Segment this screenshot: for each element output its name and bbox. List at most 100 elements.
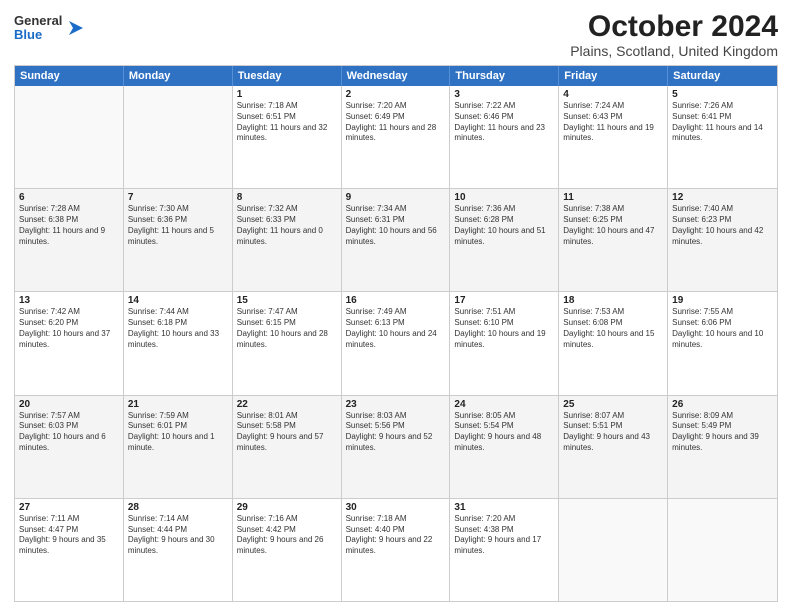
day-info: Sunrise: 7:18 AM Sunset: 6:51 PM Dayligh… — [237, 101, 337, 144]
day-info: Sunrise: 7:28 AM Sunset: 6:38 PM Dayligh… — [19, 204, 119, 247]
day-cell-7: 7Sunrise: 7:30 AM Sunset: 6:36 PM Daylig… — [124, 189, 233, 291]
day-number: 15 — [237, 295, 337, 306]
day-number: 8 — [237, 192, 337, 203]
day-info: Sunrise: 7:59 AM Sunset: 6:01 PM Dayligh… — [128, 411, 228, 454]
header-row: General Blue October 2024 Plains, Scotla… — [14, 10, 778, 59]
day-info: Sunrise: 7:34 AM Sunset: 6:31 PM Dayligh… — [346, 204, 446, 247]
day-info: Sunrise: 7:42 AM Sunset: 6:20 PM Dayligh… — [19, 307, 119, 350]
day-number: 9 — [346, 192, 446, 203]
day-cell-4: 4Sunrise: 7:24 AM Sunset: 6:43 PM Daylig… — [559, 86, 668, 188]
day-number: 20 — [19, 399, 119, 410]
day-cell-15: 15Sunrise: 7:47 AM Sunset: 6:15 PM Dayli… — [233, 292, 342, 394]
header-day-sunday: Sunday — [15, 66, 124, 86]
day-info: Sunrise: 7:44 AM Sunset: 6:18 PM Dayligh… — [128, 307, 228, 350]
day-number: 2 — [346, 89, 446, 100]
day-info: Sunrise: 7:20 AM Sunset: 4:38 PM Dayligh… — [454, 514, 554, 557]
day-info: Sunrise: 8:09 AM Sunset: 5:49 PM Dayligh… — [672, 411, 773, 454]
header-day-tuesday: Tuesday — [233, 66, 342, 86]
day-cell-5: 5Sunrise: 7:26 AM Sunset: 6:41 PM Daylig… — [668, 86, 777, 188]
day-cell-10: 10Sunrise: 7:36 AM Sunset: 6:28 PM Dayli… — [450, 189, 559, 291]
day-info: Sunrise: 7:24 AM Sunset: 6:43 PM Dayligh… — [563, 101, 663, 144]
day-cell-13: 13Sunrise: 7:42 AM Sunset: 6:20 PM Dayli… — [15, 292, 124, 394]
day-info: Sunrise: 7:49 AM Sunset: 6:13 PM Dayligh… — [346, 307, 446, 350]
calendar: SundayMondayTuesdayWednesdayThursdayFrid… — [14, 65, 778, 602]
day-cell-11: 11Sunrise: 7:38 AM Sunset: 6:25 PM Dayli… — [559, 189, 668, 291]
week-row-3: 13Sunrise: 7:42 AM Sunset: 6:20 PM Dayli… — [15, 291, 777, 394]
day-info: Sunrise: 7:55 AM Sunset: 6:06 PM Dayligh… — [672, 307, 773, 350]
day-number: 29 — [237, 502, 337, 513]
header-day-saturday: Saturday — [668, 66, 777, 86]
logo: General Blue — [14, 14, 87, 43]
day-info: Sunrise: 7:32 AM Sunset: 6:33 PM Dayligh… — [237, 204, 337, 247]
day-cell-8: 8Sunrise: 7:32 AM Sunset: 6:33 PM Daylig… — [233, 189, 342, 291]
header-day-friday: Friday — [559, 66, 668, 86]
day-number: 17 — [454, 295, 554, 306]
day-number: 26 — [672, 399, 773, 410]
day-number: 31 — [454, 502, 554, 513]
day-number: 19 — [672, 295, 773, 306]
day-cell-1: 1Sunrise: 7:18 AM Sunset: 6:51 PM Daylig… — [233, 86, 342, 188]
day-number: 6 — [19, 192, 119, 203]
day-number: 30 — [346, 502, 446, 513]
day-cell-12: 12Sunrise: 7:40 AM Sunset: 6:23 PM Dayli… — [668, 189, 777, 291]
title-block: October 2024 Plains, Scotland, United Ki… — [570, 10, 778, 59]
day-cell-28: 28Sunrise: 7:14 AM Sunset: 4:44 PM Dayli… — [124, 499, 233, 601]
day-cell-23: 23Sunrise: 8:03 AM Sunset: 5:56 PM Dayli… — [342, 396, 451, 498]
empty-cell — [668, 499, 777, 601]
day-number: 10 — [454, 192, 554, 203]
day-cell-3: 3Sunrise: 7:22 AM Sunset: 6:46 PM Daylig… — [450, 86, 559, 188]
day-number: 12 — [672, 192, 773, 203]
day-number: 4 — [563, 89, 663, 100]
day-info: Sunrise: 7:30 AM Sunset: 6:36 PM Dayligh… — [128, 204, 228, 247]
day-number: 11 — [563, 192, 663, 203]
day-number: 3 — [454, 89, 554, 100]
day-number: 14 — [128, 295, 228, 306]
day-cell-27: 27Sunrise: 7:11 AM Sunset: 4:47 PM Dayli… — [15, 499, 124, 601]
page: General Blue October 2024 Plains, Scotla… — [0, 0, 792, 612]
day-number: 5 — [672, 89, 773, 100]
day-number: 27 — [19, 502, 119, 513]
day-info: Sunrise: 8:05 AM Sunset: 5:54 PM Dayligh… — [454, 411, 554, 454]
day-info: Sunrise: 7:26 AM Sunset: 6:41 PM Dayligh… — [672, 101, 773, 144]
day-number: 25 — [563, 399, 663, 410]
header-day-monday: Monday — [124, 66, 233, 86]
day-info: Sunrise: 7:57 AM Sunset: 6:03 PM Dayligh… — [19, 411, 119, 454]
day-number: 18 — [563, 295, 663, 306]
day-info: Sunrise: 7:38 AM Sunset: 6:25 PM Dayligh… — [563, 204, 663, 247]
day-number: 23 — [346, 399, 446, 410]
month-year-title: October 2024 — [570, 10, 778, 43]
day-cell-14: 14Sunrise: 7:44 AM Sunset: 6:18 PM Dayli… — [124, 292, 233, 394]
day-number: 21 — [128, 399, 228, 410]
day-info: Sunrise: 7:53 AM Sunset: 6:08 PM Dayligh… — [563, 307, 663, 350]
logo-general: General — [14, 14, 62, 28]
day-number: 24 — [454, 399, 554, 410]
day-cell-21: 21Sunrise: 7:59 AM Sunset: 6:01 PM Dayli… — [124, 396, 233, 498]
header-day-wednesday: Wednesday — [342, 66, 451, 86]
calendar-body: 1Sunrise: 7:18 AM Sunset: 6:51 PM Daylig… — [15, 86, 777, 601]
day-info: Sunrise: 7:40 AM Sunset: 6:23 PM Dayligh… — [672, 204, 773, 247]
day-number: 1 — [237, 89, 337, 100]
week-row-1: 1Sunrise: 7:18 AM Sunset: 6:51 PM Daylig… — [15, 86, 777, 188]
day-info: Sunrise: 7:16 AM Sunset: 4:42 PM Dayligh… — [237, 514, 337, 557]
day-cell-22: 22Sunrise: 8:01 AM Sunset: 5:58 PM Dayli… — [233, 396, 342, 498]
day-cell-18: 18Sunrise: 7:53 AM Sunset: 6:08 PM Dayli… — [559, 292, 668, 394]
logo-blue: Blue — [14, 28, 62, 42]
day-info: Sunrise: 7:47 AM Sunset: 6:15 PM Dayligh… — [237, 307, 337, 350]
day-cell-2: 2Sunrise: 7:20 AM Sunset: 6:49 PM Daylig… — [342, 86, 451, 188]
day-number: 7 — [128, 192, 228, 203]
day-cell-6: 6Sunrise: 7:28 AM Sunset: 6:38 PM Daylig… — [15, 189, 124, 291]
day-number: 28 — [128, 502, 228, 513]
day-cell-9: 9Sunrise: 7:34 AM Sunset: 6:31 PM Daylig… — [342, 189, 451, 291]
day-number: 22 — [237, 399, 337, 410]
empty-cell — [559, 499, 668, 601]
day-cell-20: 20Sunrise: 7:57 AM Sunset: 6:03 PM Dayli… — [15, 396, 124, 498]
day-cell-26: 26Sunrise: 8:09 AM Sunset: 5:49 PM Dayli… — [668, 396, 777, 498]
day-info: Sunrise: 7:11 AM Sunset: 4:47 PM Dayligh… — [19, 514, 119, 557]
logo-icon — [65, 17, 87, 39]
day-cell-25: 25Sunrise: 8:07 AM Sunset: 5:51 PM Dayli… — [559, 396, 668, 498]
day-cell-24: 24Sunrise: 8:05 AM Sunset: 5:54 PM Dayli… — [450, 396, 559, 498]
day-number: 13 — [19, 295, 119, 306]
day-number: 16 — [346, 295, 446, 306]
day-info: Sunrise: 7:36 AM Sunset: 6:28 PM Dayligh… — [454, 204, 554, 247]
day-info: Sunrise: 7:51 AM Sunset: 6:10 PM Dayligh… — [454, 307, 554, 350]
